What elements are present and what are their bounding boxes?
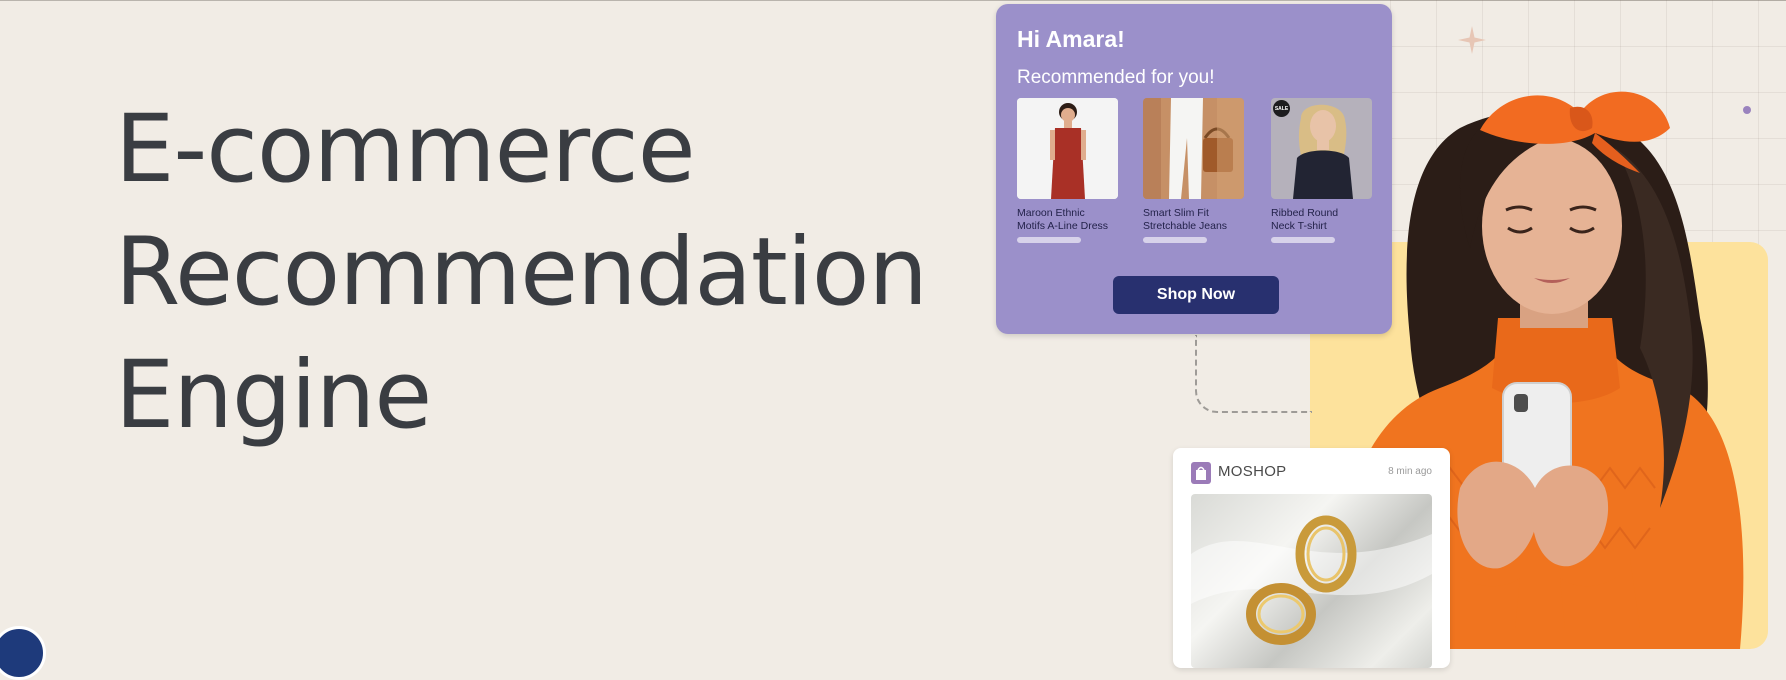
earrings-image — [1191, 494, 1432, 668]
title-line-1: E-commerce — [115, 95, 696, 204]
product-name-line: Ribbed Round — [1271, 207, 1339, 219]
product-name: Ribbed Round Neck T-shirt — [1271, 207, 1372, 233]
shop-bag-icon — [1191, 462, 1211, 484]
product-name: Smart Slim Fit Stretchable Jeans — [1143, 207, 1244, 233]
title-line-3: Engine — [115, 341, 432, 450]
price-placeholder-bar — [1143, 237, 1207, 243]
product-name-line: Stretchable Jeans — [1143, 220, 1228, 232]
product-card[interactable]: Smart Slim Fit Stretchable Jeans — [1143, 98, 1244, 243]
product-card[interactable]: SALE Ribbed Round Neck T-shirt — [1271, 98, 1372, 243]
product-image: SALE — [1271, 98, 1372, 199]
notification-card[interactable]: MOSHOP 8 min ago — [1173, 448, 1450, 668]
brand-name: MOSHOP — [1218, 463, 1287, 480]
price-placeholder-bar — [1271, 237, 1335, 243]
recommendation-subheading: Recommended for you! — [1017, 67, 1215, 88]
price-placeholder-bar — [1017, 237, 1081, 243]
page-title: E-commerce Recommendation Engine — [115, 88, 928, 457]
title-line-2: Recommendation — [115, 218, 928, 327]
shop-now-button[interactable]: Shop Now — [1113, 276, 1279, 314]
product-name-line: Smart Slim Fit — [1143, 207, 1209, 219]
sale-badge: SALE — [1273, 100, 1290, 117]
sparkle-icon — [1458, 26, 1486, 54]
product-image — [1017, 98, 1118, 199]
product-card[interactable]: Maroon Ethnic Motifs A-Line Dress — [1017, 98, 1118, 243]
greeting-text: Hi Amara! — [1017, 26, 1125, 52]
corner-badge[interactable] — [0, 626, 46, 680]
product-name-line: Maroon Ethnic — [1017, 207, 1085, 219]
product-name-line: Neck T-shirt — [1271, 220, 1327, 232]
product-name-line: Motifs A-Line Dress — [1017, 220, 1109, 232]
notification-timestamp: 8 min ago — [1388, 466, 1432, 477]
product-image — [1143, 98, 1244, 199]
dashed-connector — [1195, 335, 1312, 413]
recommendation-card: Hi Amara! Recommended for you! Maroon Et… — [996, 4, 1392, 334]
product-name: Maroon Ethnic Motifs A-Line Dress — [1017, 207, 1118, 233]
